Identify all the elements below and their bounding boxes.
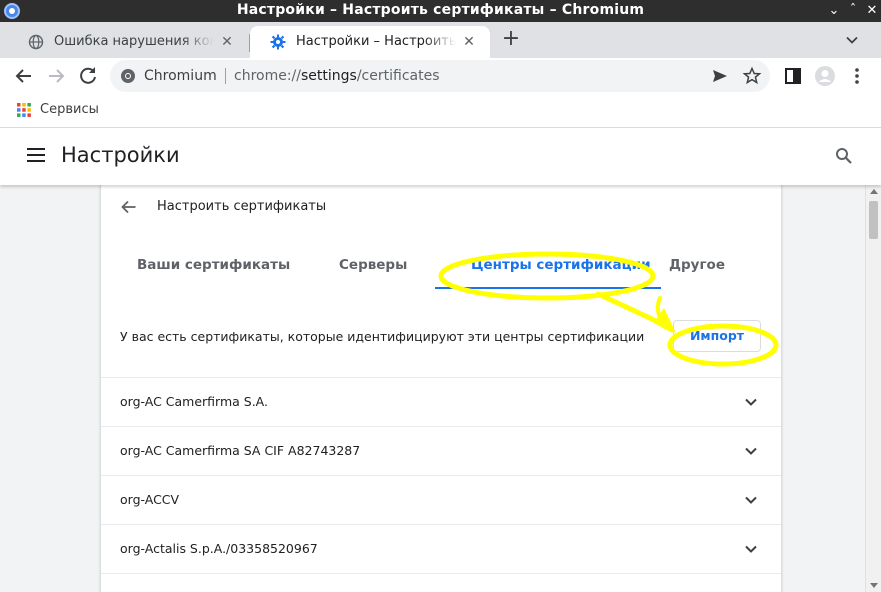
settings-header: Настройки xyxy=(0,128,881,185)
tab-other[interactable]: Другое xyxy=(669,257,725,273)
new-tab-button[interactable]: + xyxy=(500,28,522,52)
tab-title: Ошибка нарушения конфиденциальности xyxy=(54,34,214,49)
tab-settings-certificates[interactable]: Настройки – Настроить сертификаты ✕ xyxy=(250,26,490,58)
certificate-row[interactable]: org-Actalis S.p.A./03358520967 xyxy=(101,525,781,573)
star-icon[interactable] xyxy=(742,66,762,86)
apps-grid-icon[interactable] xyxy=(16,102,32,118)
window-title: Настройки – Настроить сертификаты – Chro… xyxy=(236,2,645,18)
omnibox-divider xyxy=(225,68,226,84)
tab-privacy-error[interactable]: Ошибка нарушения конфиденциальности ✕ xyxy=(8,26,248,58)
reload-icon[interactable] xyxy=(74,62,102,90)
profile-avatar-icon[interactable] xyxy=(813,64,837,88)
tab-certificate-authorities[interactable]: Центры сертификации xyxy=(471,257,651,273)
subpage-title: Настроить сертификаты xyxy=(157,199,327,214)
certificate-row[interactable]: org-AC Camerfirma S.A. xyxy=(101,378,781,426)
send-icon[interactable] xyxy=(710,66,730,86)
chevron-down-icon[interactable] xyxy=(741,539,761,559)
certificate-row[interactable]: org-ACCV xyxy=(101,476,781,524)
scroll-down-arrow-icon[interactable] xyxy=(870,583,878,588)
certificate-name: org-ACCV xyxy=(120,492,180,507)
tab-close-icon[interactable]: ✕ xyxy=(218,33,236,51)
hamburger-menu-icon[interactable] xyxy=(27,148,45,162)
import-button[interactable]: Импорт xyxy=(673,320,761,352)
gear-icon xyxy=(270,34,286,50)
chevron-down-icon[interactable] xyxy=(741,490,761,510)
window-titlebar: Настройки – Настроить сертификаты – Chro… xyxy=(0,0,881,22)
kebab-menu-icon[interactable] xyxy=(845,64,869,88)
selected-tab-indicator xyxy=(435,287,661,289)
certificates-card: Настроить сертификаты Ваши сертификаты С… xyxy=(101,185,781,592)
reading-list-icon[interactable] xyxy=(781,64,805,88)
chevron-down-icon[interactable] xyxy=(741,392,761,412)
scroll-up-arrow-icon[interactable] xyxy=(870,189,878,194)
page-title: Настройки xyxy=(61,143,180,167)
tab-close-icon[interactable]: ✕ xyxy=(460,33,478,51)
bookmark-apps-label[interactable]: Сервисы xyxy=(40,102,99,117)
tab-servers[interactable]: Серверы xyxy=(339,257,407,273)
chromium-site-icon xyxy=(121,69,135,83)
chevron-down-icon[interactable] xyxy=(741,441,761,461)
address-bar[interactable]: Chromium chrome://settings/certificates xyxy=(110,60,770,92)
certificate-name: org-AC Camerfirma S.A. xyxy=(120,394,268,409)
page-scrollbar[interactable] xyxy=(865,185,881,592)
site-name: Chromium xyxy=(144,68,217,84)
chevron-down-icon[interactable] xyxy=(842,30,862,50)
globe-icon xyxy=(28,34,44,50)
settings-content: Настроить сертификаты Ваши сертификаты С… xyxy=(0,185,865,592)
forward-arrow-icon[interactable] xyxy=(42,62,70,90)
url-text[interactable]: chrome://settings/certificates xyxy=(234,68,440,84)
certificate-name: org-Actalis S.p.A./03358520967 xyxy=(120,541,318,556)
bookmarks-bar: Сервисы xyxy=(0,94,881,128)
browser-toolbar: Chromium chrome://settings/certificates xyxy=(0,58,881,94)
certificate-tabs: Ваши сертификаты Серверы Центры сертифик… xyxy=(101,241,781,289)
tab-your-certificates[interactable]: Ваши сертификаты xyxy=(137,257,290,273)
tab-strip: Ошибка нарушения конфиденциальности ✕ На… xyxy=(0,22,881,58)
close-window-button[interactable]: ✕ xyxy=(864,1,880,21)
authorities-description: У вас есть сертификаты, которые идентифи… xyxy=(120,329,645,344)
scrollbar-thumb[interactable] xyxy=(869,201,878,239)
back-arrow-icon[interactable] xyxy=(10,62,38,90)
tab-title: Настройки – Настроить сертификаты xyxy=(296,34,456,49)
minimize-button[interactable]: ⌄ xyxy=(826,1,842,21)
list-divider xyxy=(101,573,781,574)
search-icon[interactable] xyxy=(834,146,854,166)
certificate-row[interactable]: org-AC Camerfirma SA CIF A82743287 xyxy=(101,427,781,475)
maximize-button[interactable]: ˆ xyxy=(845,1,861,21)
certificate-name: org-AC Camerfirma SA CIF A82743287 xyxy=(120,443,361,458)
back-arrow-icon[interactable] xyxy=(119,197,139,217)
